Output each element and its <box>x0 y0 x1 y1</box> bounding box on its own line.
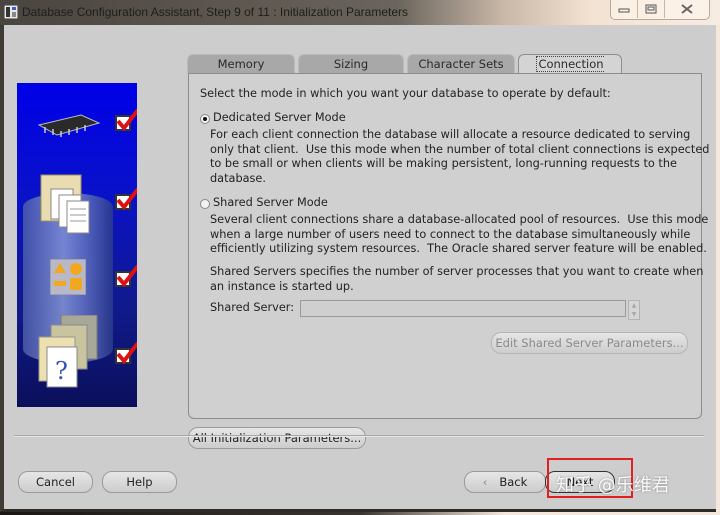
back-chevron-icon: ‹ <box>482 475 488 489</box>
watermark: 知乎 @乐维君 <box>556 475 670 496</box>
help-document-icon: ? <box>38 315 98 388</box>
tab-sizing[interactable]: Sizing <box>298 54 404 73</box>
help-button[interactable]: Help <box>102 471 177 493</box>
shared-servers-note: Shared Servers specifies the number of s… <box>210 265 704 293</box>
tab-strip: Memory Sizing Character Sets Connection … <box>187 54 625 91</box>
maximize-button[interactable] <box>637 0 664 18</box>
checkmark-icon <box>116 341 137 365</box>
tab-label: Memory <box>217 57 265 71</box>
all-initialization-parameters-button[interactable]: All Initialization Parameters... <box>188 427 366 449</box>
shared-server-radio[interactable] <box>200 199 210 209</box>
step-check-4 <box>115 341 137 365</box>
intro-text: Select the mode in which you want your d… <box>200 87 611 100</box>
dedicated-server-radio[interactable] <box>200 114 210 124</box>
app-icon <box>4 5 18 19</box>
spin-up-icon[interactable]: ▲ <box>629 301 639 310</box>
tab-memory[interactable]: Memory <box>187 54 295 73</box>
wizard-illustration: ? <box>17 83 137 407</box>
step-check-2 <box>115 187 137 211</box>
window-title: Database Configuration Assistant, Step 9… <box>22 5 408 19</box>
svg-text:?: ? <box>55 357 68 385</box>
shared-server-description: Several client connections share a datab… <box>210 213 709 255</box>
tab-label: Sizing <box>333 57 369 71</box>
step-check-3 <box>115 264 137 288</box>
maximize-icon <box>645 4 657 14</box>
title-bar: Database Configuration Assistant, Step 9… <box>0 0 720 25</box>
minimize-button[interactable] <box>611 0 637 18</box>
tab-character-sets[interactable]: Character Sets <box>407 54 515 73</box>
checkmark-icon <box>116 187 137 211</box>
shared-server-label[interactable]: Shared Server Mode <box>213 196 328 211</box>
window-controls <box>610 0 710 20</box>
dedicated-server-label[interactable]: Dedicated Server Mode <box>213 111 346 126</box>
shared-server-field-label: Shared Server: <box>210 301 295 314</box>
back-label: Back <box>499 475 528 489</box>
spin-down-icon[interactable]: ▼ <box>629 310 639 319</box>
checkmark-icon <box>116 264 137 288</box>
back-button[interactable]: ‹ Back <box>464 471 546 493</box>
tab-label: Character Sets <box>418 57 504 71</box>
shared-server-input[interactable] <box>300 300 626 317</box>
memory-chip-icon <box>37 114 101 137</box>
close-icon <box>681 4 693 14</box>
documents-folder-icon <box>40 174 90 234</box>
shared-server-spinner[interactable]: ▲ ▼ <box>628 300 640 320</box>
tab-connection-mode[interactable]: Connection Mode <box>518 54 622 91</box>
shapes-icon <box>50 259 86 295</box>
cancel-button[interactable]: Cancel <box>18 471 93 493</box>
close-button[interactable] <box>664 0 709 18</box>
dedicated-server-description: For each client connection the database … <box>210 128 710 185</box>
footer-separator <box>14 435 704 437</box>
connection-mode-panel: Select the mode in which you want your d… <box>188 73 709 419</box>
minimize-icon <box>618 8 630 13</box>
edit-shared-server-parameters-button[interactable]: Edit Shared Server Parameters... <box>491 332 688 354</box>
step-check-1 <box>115 108 137 132</box>
checkmark-icon <box>116 108 137 132</box>
